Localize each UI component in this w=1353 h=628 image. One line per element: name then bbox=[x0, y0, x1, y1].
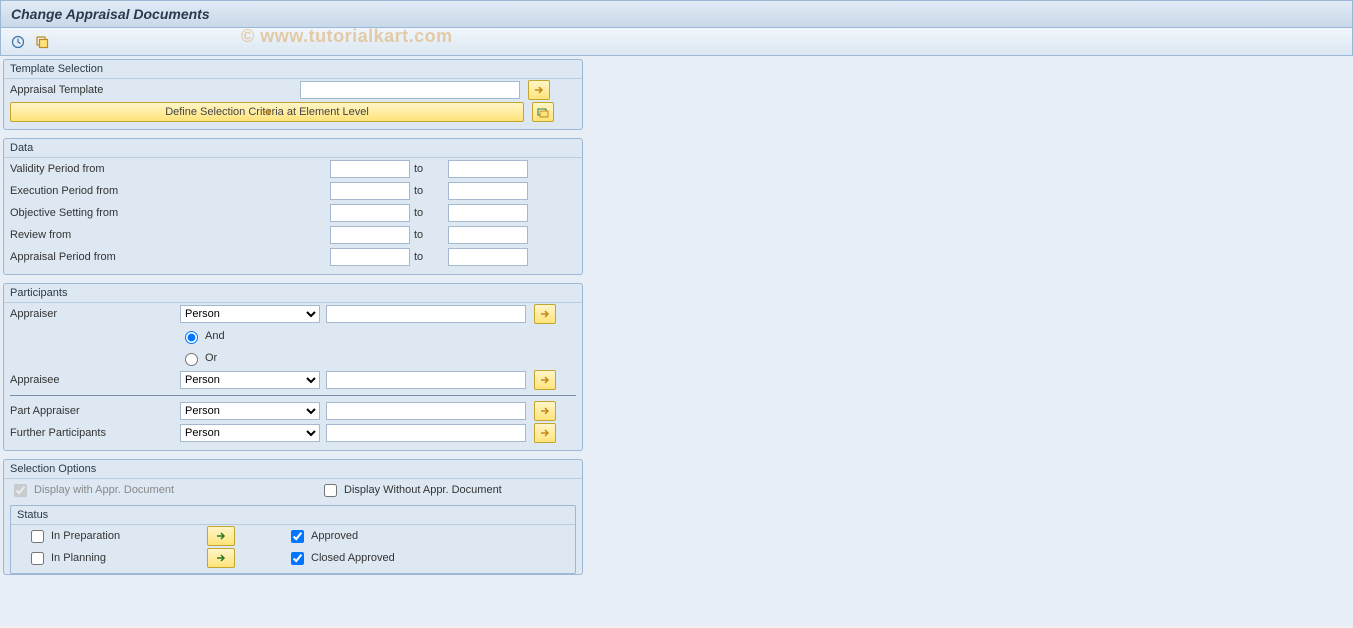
appraisee-multi-button[interactable] bbox=[534, 370, 556, 390]
further-participants-input[interactable] bbox=[326, 424, 526, 442]
data-row-label: Appraisal Period from bbox=[10, 251, 180, 263]
display-without-wrapper[interactable]: Display Without Appr. Document bbox=[320, 481, 502, 500]
appraisee-label: Appraisee bbox=[10, 374, 180, 386]
status-group-title: Status bbox=[11, 506, 575, 525]
part-appraiser-type-select[interactable]: Person bbox=[180, 402, 320, 420]
appraisal-template-label: Appraisal Template bbox=[10, 84, 180, 96]
display-with-label: Display with Appr. Document bbox=[34, 484, 174, 496]
get-variant-button[interactable] bbox=[33, 33, 51, 51]
arrow-right-icon bbox=[539, 405, 551, 417]
template-selection-group: Template Selection Appraisal Template De… bbox=[3, 59, 583, 130]
appraisee-type-select[interactable]: Person bbox=[180, 371, 320, 389]
status-left-label: In Preparation bbox=[51, 530, 120, 542]
appraiser-label: Appraiser bbox=[10, 308, 180, 320]
data-row: Objective Setting from to bbox=[4, 202, 582, 224]
appraiser-input[interactable] bbox=[326, 305, 526, 323]
radio-or-label: Or bbox=[205, 352, 217, 364]
toolbar: © www.tutorialkart.com bbox=[0, 28, 1353, 56]
appraisal-template-multi-button[interactable] bbox=[528, 80, 550, 100]
appraisee-input[interactable] bbox=[326, 371, 526, 389]
part-appraiser-multi-button[interactable] bbox=[534, 401, 556, 421]
arrow-right-green-icon bbox=[215, 552, 227, 564]
status-row: In Planning Closed Approved bbox=[11, 547, 575, 569]
status-right-label: Closed Approved bbox=[311, 552, 395, 564]
appraisal-template-input[interactable] bbox=[300, 81, 520, 99]
define-criteria-aux-button[interactable] bbox=[532, 102, 554, 122]
to-label: to bbox=[414, 207, 444, 219]
date-to-input[interactable] bbox=[448, 226, 528, 244]
participants-group: Participants Appraiser Person And Or bbox=[3, 283, 583, 451]
template-selection-title: Template Selection bbox=[4, 60, 582, 79]
variant-icon bbox=[35, 35, 49, 49]
to-label: to bbox=[414, 251, 444, 263]
data-row-label: Execution Period from bbox=[10, 185, 180, 197]
arrow-right-icon bbox=[533, 84, 545, 96]
status-left-label: In Planning bbox=[51, 552, 106, 564]
clock-execute-icon bbox=[11, 35, 25, 49]
arrow-right-icon bbox=[539, 374, 551, 386]
date-from-input[interactable] bbox=[330, 226, 410, 244]
display-without-label: Display Without Appr. Document bbox=[344, 484, 502, 496]
data-row: Validity Period from to bbox=[4, 158, 582, 180]
date-to-input[interactable] bbox=[448, 160, 528, 178]
date-from-input[interactable] bbox=[330, 160, 410, 178]
page-title: Change Appraisal Documents bbox=[0, 0, 1353, 28]
define-selection-criteria-button[interactable]: Define Selection Criteria at Element Lev… bbox=[10, 102, 524, 122]
radio-and-label: And bbox=[205, 330, 225, 342]
status-substatus-button[interactable] bbox=[207, 526, 235, 546]
date-to-input[interactable] bbox=[448, 182, 528, 200]
participants-divider bbox=[10, 395, 576, 396]
execute-button[interactable] bbox=[9, 33, 27, 51]
data-row-label: Validity Period from bbox=[10, 163, 180, 175]
status-row: In Preparation Approved bbox=[11, 525, 575, 547]
to-label: to bbox=[414, 229, 444, 241]
display-with-checkbox bbox=[14, 484, 27, 497]
data-group: Data Validity Period fromtoExecution Per… bbox=[3, 138, 583, 275]
status-group: Status In Preparation Approved In Planning… bbox=[10, 505, 576, 574]
selection-options-group: Selection Options Display with Appr. Doc… bbox=[3, 459, 583, 575]
date-from-input[interactable] bbox=[330, 248, 410, 266]
selection-options-title: Selection Options bbox=[4, 460, 582, 479]
participants-group-title: Participants bbox=[4, 284, 582, 303]
to-label: to bbox=[414, 185, 444, 197]
arrow-right-icon bbox=[261, 106, 273, 118]
arrow-right-icon bbox=[539, 427, 551, 439]
appraiser-type-select[interactable]: Person bbox=[180, 305, 320, 323]
status-right-checkbox[interactable] bbox=[291, 530, 304, 543]
status-right-checkbox[interactable] bbox=[291, 552, 304, 565]
to-label: to bbox=[414, 163, 444, 175]
status-left-checkbox[interactable] bbox=[31, 552, 44, 565]
appraiser-multi-button[interactable] bbox=[534, 304, 556, 324]
radio-or-wrapper[interactable]: Or bbox=[180, 350, 217, 366]
part-appraiser-label: Part Appraiser bbox=[10, 405, 180, 417]
data-group-title: Data bbox=[4, 139, 582, 158]
status-right-label: Approved bbox=[311, 530, 358, 542]
date-to-input[interactable] bbox=[448, 204, 528, 222]
data-row-label: Review from bbox=[10, 229, 180, 241]
further-participants-label: Further Participants bbox=[10, 427, 180, 439]
display-without-checkbox[interactable] bbox=[324, 484, 337, 497]
status-left-checkbox[interactable] bbox=[31, 530, 44, 543]
data-row: Review from to bbox=[4, 224, 582, 246]
status-substatus-button[interactable] bbox=[207, 548, 235, 568]
radio-and-wrapper[interactable]: And bbox=[180, 328, 225, 344]
data-row: Execution Period from to bbox=[4, 180, 582, 202]
arrow-right-green-icon bbox=[215, 530, 227, 542]
further-participants-type-select[interactable]: Person bbox=[180, 424, 320, 442]
part-appraiser-input[interactable] bbox=[326, 402, 526, 420]
date-to-input[interactable] bbox=[448, 248, 528, 266]
data-row-label: Objective Setting from bbox=[10, 207, 180, 219]
stack-icon bbox=[537, 106, 549, 118]
data-row: Appraisal Period from to bbox=[4, 246, 582, 268]
radio-and[interactable] bbox=[185, 331, 198, 344]
date-from-input[interactable] bbox=[330, 204, 410, 222]
watermark-text: © www.tutorialkart.com bbox=[241, 26, 453, 47]
date-from-input[interactable] bbox=[330, 182, 410, 200]
display-with-wrapper: Display with Appr. Document bbox=[10, 481, 320, 500]
radio-or[interactable] bbox=[185, 353, 198, 366]
content-area: Template Selection Appraisal Template De… bbox=[0, 56, 1353, 626]
further-participants-multi-button[interactable] bbox=[534, 423, 556, 443]
arrow-right-icon bbox=[539, 308, 551, 320]
